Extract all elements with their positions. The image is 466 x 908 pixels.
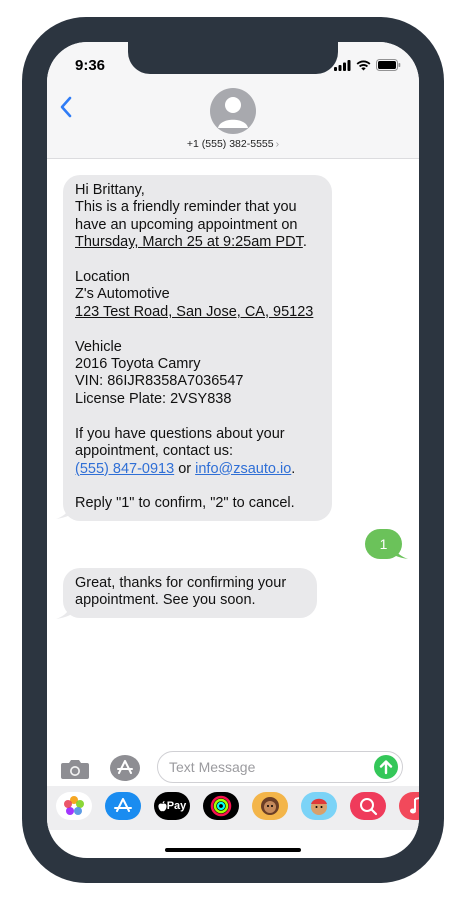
back-chevron-icon[interactable] [59, 96, 73, 118]
wifi-icon [356, 60, 371, 70]
bubble-tail-2 [56, 607, 70, 619]
memoji-stickers-app[interactable] [301, 792, 337, 820]
chevron-right-icon: › [275, 138, 280, 150]
fitness-icon [210, 795, 232, 817]
memoji-app[interactable] [252, 792, 288, 820]
status-icons [334, 59, 401, 71]
app-store-apps-icon[interactable] [109, 754, 141, 782]
camera-icon[interactable] [60, 758, 90, 780]
apple-pay-icon [158, 800, 167, 811]
address-link[interactable]: 123 Test Road, San Jose, CA, 95123 [75, 304, 313, 320]
appointment-date-link[interactable]: Thursday, March 25 at 9:25am PDT [75, 234, 303, 250]
composer-row: Text Message [47, 748, 419, 788]
msg-vehicle: Vehicle 2016 Toyota Camry VIN: 86IJR8358… [75, 338, 285, 460]
apple-pay-app[interactable]: Pay [154, 792, 190, 820]
home-indicator[interactable] [165, 848, 301, 852]
msg-greeting: Hi Brittany, This is a friendly reminder… [75, 182, 298, 233]
received-message-reminder: Hi Brittany, This is a friendly reminder… [63, 175, 332, 521]
text-message-field[interactable]: Text Message [157, 751, 403, 783]
battery-icon [376, 59, 401, 71]
send-button[interactable] [374, 755, 398, 779]
person-icon [218, 97, 248, 128]
bubble-tail [56, 507, 70, 519]
photos-app[interactable] [56, 792, 92, 820]
sent-bubble-tail [394, 547, 408, 559]
notch [128, 42, 338, 74]
signal-icon [334, 59, 351, 71]
music-app[interactable] [399, 792, 419, 820]
msg-or: or [174, 460, 196, 477]
fitness-app[interactable] [203, 792, 239, 820]
memoji-icon [261, 797, 279, 815]
text-message-placeholder: Text Message [169, 759, 256, 775]
search-images-icon [360, 798, 378, 816]
phone-link[interactable]: (555) 847-0913 [75, 461, 174, 477]
app-store-app[interactable] [105, 792, 141, 820]
apple-pay-label: Pay [166, 800, 187, 812]
contact-avatar[interactable] [210, 88, 256, 134]
memoji-2-icon [311, 798, 327, 815]
status-time: 9:36 [75, 57, 106, 74]
messages-screen: 9:36 +1 (555) 382-5555 › Hi Brittany, Th… [47, 42, 419, 858]
imessage-app-drawer: Pay [47, 786, 419, 830]
contact-phone: +1 (555) 382-5555 [186, 138, 274, 150]
image-search-app[interactable] [350, 792, 386, 820]
contact-name[interactable]: +1 (555) 382-5555 › [47, 138, 419, 150]
arrow-up-icon [379, 760, 393, 775]
received-message-confirmation: Great, thanks for confirming your appoin… [63, 568, 317, 618]
app-store-icon [114, 798, 132, 812]
email-link[interactable]: info@zsauto.io [195, 461, 291, 477]
photos-icon [64, 796, 84, 815]
music-icon [410, 797, 419, 814]
